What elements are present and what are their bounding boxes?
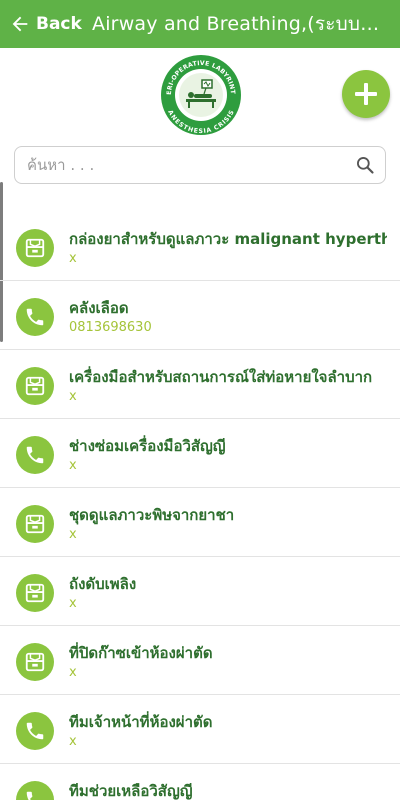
list-item[interactable]: ถังดับเพลิง x xyxy=(0,557,400,626)
phone-icon xyxy=(16,781,54,800)
box-icon xyxy=(16,643,54,681)
add-button[interactable] xyxy=(342,70,390,118)
list-item[interactable]: ทีมช่วยเหลือวิสัญญี xyxy=(0,764,400,800)
box-icon xyxy=(16,505,54,543)
item-subtitle: x xyxy=(69,458,77,473)
item-title: ชุดดูแลภาวะพิษจากยาชา xyxy=(69,506,235,524)
search-input[interactable] xyxy=(27,156,345,174)
plus-icon xyxy=(355,83,377,105)
list-item[interactable]: คลังเลือด 0813698630 xyxy=(0,281,400,350)
item-title: กล่องยาสำหรับดูแลภาวะ malignant hyperthe… xyxy=(69,230,387,248)
item-subtitle: 0813698630 xyxy=(69,320,152,335)
item-title: ช่างซ่อมเครื่องมือวิสัญญี xyxy=(69,437,226,455)
back-arrow-icon xyxy=(8,12,32,36)
phone-icon xyxy=(16,436,54,474)
box-icon xyxy=(16,229,54,267)
item-subtitle: x xyxy=(69,251,77,266)
phone-icon xyxy=(16,298,54,336)
list-item[interactable]: ช่างซ่อมเครื่องมือวิสัญญี x xyxy=(0,419,400,488)
item-subtitle: x xyxy=(69,665,77,680)
item-title: ทีมช่วยเหลือวิสัญญี xyxy=(69,782,193,800)
item-title: ทีมเจ้าหน้าที่ห้องผ่าตัด xyxy=(69,713,213,731)
item-subtitle: x xyxy=(69,527,77,542)
item-title: ถังดับเพลิง xyxy=(69,575,137,593)
search-icon[interactable] xyxy=(345,155,385,175)
anesthesia-crisis-logo: PERI-OPERATIVE LABYRINTH ANESTHESIA CRIS… xyxy=(155,47,244,138)
back-label: Back xyxy=(36,14,82,34)
box-icon xyxy=(16,367,54,405)
list-item[interactable]: ที่ปิดก๊าซเข้าห้องผ่าตัด x xyxy=(0,626,400,695)
list-item[interactable]: กล่องยาสำหรับดูแลภาวะ malignant hyperthe… xyxy=(0,212,400,281)
list-item[interactable]: ทีมเจ้าหน้าที่ห้องผ่าตัด x xyxy=(0,695,400,764)
list-item[interactable]: เครื่องมือสำหรับสถานการณ์ใส่ท่อหายใจลำบา… xyxy=(0,350,400,419)
page-title: Airway and Breathing,(ระบบก... xyxy=(92,13,384,35)
back-button[interactable]: Back xyxy=(0,0,86,48)
item-title: เครื่องมือสำหรับสถานการณ์ใส่ท่อหายใจลำบา… xyxy=(69,368,373,386)
item-subtitle: x xyxy=(69,389,77,404)
item-subtitle: x xyxy=(69,734,77,749)
list-item[interactable]: ชุดดูแลภาวะพิษจากยาชา x xyxy=(0,488,400,557)
search-bar xyxy=(14,146,386,184)
box-icon xyxy=(16,574,54,612)
phone-icon xyxy=(16,712,54,750)
item-title: ที่ปิดก๊าซเข้าห้องผ่าตัด xyxy=(69,644,213,662)
contact-list: กล่องยาสำหรับดูแลภาวะ malignant hyperthe… xyxy=(0,212,400,800)
item-title: คลังเลือด xyxy=(69,299,129,317)
item-subtitle: x xyxy=(69,596,77,611)
app-bar: Back Airway and Breathing,(ระบบก... xyxy=(0,0,400,48)
